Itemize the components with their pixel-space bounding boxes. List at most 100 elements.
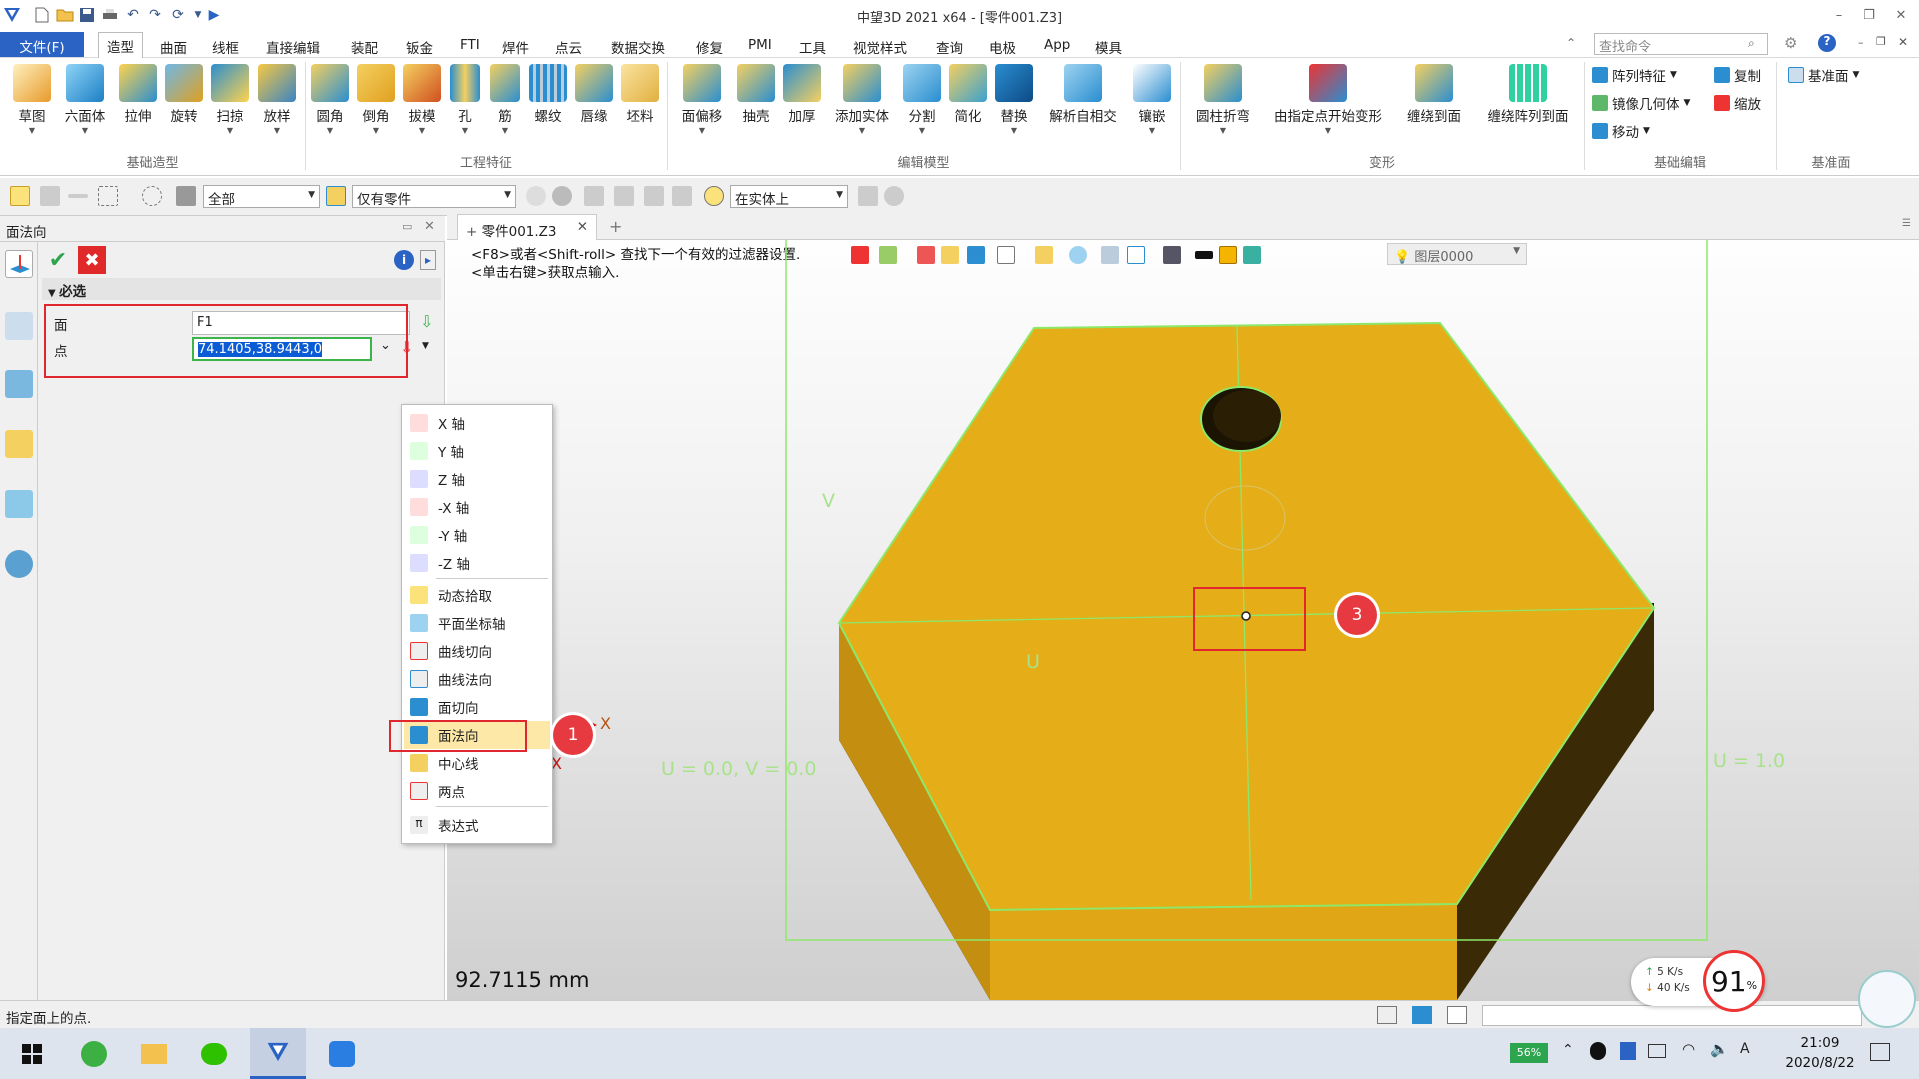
add-select-icon[interactable] bbox=[40, 186, 60, 206]
user-icon[interactable] bbox=[5, 550, 33, 578]
layer-select[interactable]: 💡 图层0000 ▼ bbox=[1387, 243, 1527, 265]
fit-view-icon[interactable] bbox=[1101, 246, 1119, 264]
menu-centerline[interactable]: 中心线 bbox=[404, 749, 550, 777]
inlay-button[interactable]: 镶嵌 ▼ bbox=[1128, 60, 1176, 150]
hole-button[interactable]: 孔 ▼ bbox=[446, 60, 484, 150]
start-button[interactable] bbox=[4, 1028, 60, 1079]
point-pick-dropdown-icon[interactable]: ▼ bbox=[422, 341, 429, 351]
menu-neg-z-axis[interactable]: -Z 轴 bbox=[404, 549, 550, 577]
menu-weldment[interactable]: 焊件 bbox=[494, 34, 537, 57]
panel-pin-icon[interactable]: ▭ bbox=[402, 220, 412, 233]
menu-face-tangent[interactable]: 面切向 bbox=[404, 693, 550, 721]
view-tool-2-icon[interactable] bbox=[917, 246, 935, 264]
tabs-overflow-icon[interactable]: ☰ bbox=[1902, 218, 1911, 229]
face-offset-button[interactable]: 面偏移 ▼ bbox=[674, 60, 730, 150]
help-icon[interactable]: ? bbox=[1818, 34, 1836, 52]
menu-two-points[interactable]: 两点 bbox=[404, 777, 550, 805]
info-icon[interactable]: i bbox=[394, 250, 414, 270]
system-clock[interactable]: 21:09 2020/8/22 bbox=[1780, 1033, 1860, 1073]
3d-viewport[interactable]: <F8>或者<Shift-roll> 查找下一个有效的过滤器设置. <单击右键>… bbox=[447, 240, 1919, 1000]
panel-close-icon[interactable]: ✕ bbox=[424, 219, 435, 234]
memory-percent-ring[interactable]: 91% bbox=[1703, 950, 1765, 1012]
required-section-header[interactable]: ▼ 必选 bbox=[42, 278, 441, 300]
cursor-settings-icon[interactable] bbox=[884, 186, 904, 206]
chamfer-button[interactable]: 倒角 ▼ bbox=[354, 60, 398, 150]
command-line-input[interactable] bbox=[1482, 1005, 1862, 1026]
ok-button[interactable]: ✔ bbox=[44, 246, 72, 274]
command-search-input[interactable]: 查找命令 bbox=[1594, 33, 1768, 55]
menu-x-axis[interactable]: X 轴 bbox=[404, 409, 550, 437]
search-icon[interactable]: ⌕ bbox=[1748, 36, 1755, 51]
thread-button[interactable]: 螺纹 bbox=[526, 60, 570, 150]
datum-plane-button[interactable]: 基准面 ▼ bbox=[1788, 64, 1859, 86]
move-button[interactable]: 移动 ▼ bbox=[1592, 120, 1650, 142]
sketch-button[interactable]: 草图 ▼ bbox=[8, 60, 56, 150]
shell-button[interactable]: 抽壳 bbox=[734, 60, 778, 150]
loft-button[interactable]: 放样 ▼ bbox=[255, 60, 299, 150]
tray-app-icon[interactable] bbox=[1620, 1042, 1636, 1060]
menu-direct-edit[interactable]: 直接编辑 bbox=[258, 34, 328, 57]
menu-dynamic-pick[interactable]: 动态拾取 bbox=[404, 581, 550, 609]
wifi-tray-icon[interactable]: ◠ bbox=[1682, 1040, 1695, 1058]
assistant-mascot-icon[interactable] bbox=[1858, 970, 1916, 1028]
wechat-taskbar-icon[interactable] bbox=[186, 1028, 242, 1079]
wrap-array-button[interactable]: 缠绕阵列到面 bbox=[1476, 60, 1580, 150]
rib-button[interactable]: 筋 ▼ bbox=[486, 60, 524, 150]
style-icon[interactable] bbox=[1243, 246, 1261, 264]
menu-neg-x-axis[interactable]: -X 轴 bbox=[404, 493, 550, 521]
tab-part001[interactable]: + 零件001.Z3 ✕ bbox=[457, 214, 597, 241]
split-button[interactable]: 分割 ▼ bbox=[900, 60, 944, 150]
view-tool-1-icon[interactable] bbox=[879, 246, 897, 264]
menu-curve-normal[interactable]: 曲线法向 bbox=[404, 665, 550, 693]
doc-minimize-button[interactable]: – bbox=[1858, 36, 1864, 49]
menu-file[interactable]: 文件(F) bbox=[0, 32, 84, 57]
status-view-1-icon[interactable] bbox=[1377, 1006, 1397, 1024]
wrap-to-face-button[interactable]: 缠绕到面 bbox=[1396, 60, 1472, 150]
status-list-icon[interactable] bbox=[1447, 1006, 1467, 1024]
section-view-icon[interactable] bbox=[1127, 246, 1145, 264]
collapse-ribbon-icon[interactable]: ⌃ bbox=[1566, 36, 1576, 50]
menu-app[interactable]: App bbox=[1036, 34, 1078, 56]
menu-pmi[interactable]: PMI bbox=[740, 34, 780, 56]
locate-icon[interactable] bbox=[704, 186, 724, 206]
battery-indicator[interactable]: 56% bbox=[1510, 1043, 1548, 1063]
doc-restore-button[interactable]: ❐ bbox=[1876, 35, 1886, 48]
restore-button[interactable]: ❐ bbox=[1856, 4, 1882, 26]
zw3d-taskbar-icon[interactable] bbox=[250, 1028, 306, 1079]
menu-neg-y-axis[interactable]: -Y 轴 bbox=[404, 521, 550, 549]
menu-repair[interactable]: 修复 bbox=[688, 34, 731, 57]
draft-button[interactable]: 拔模 ▼ bbox=[400, 60, 444, 150]
part-view-icon[interactable] bbox=[5, 430, 33, 458]
extrude-button[interactable]: 拉伸 bbox=[116, 60, 160, 150]
history-manager-icon[interactable] bbox=[5, 312, 33, 340]
menu-curve-tangent[interactable]: 曲线切向 bbox=[404, 637, 550, 665]
cancel-button[interactable]: ✖ bbox=[78, 246, 106, 274]
input-method-icon[interactable]: A bbox=[1740, 1041, 1750, 1057]
notification-center-icon[interactable] bbox=[1870, 1043, 1890, 1061]
menu-surface[interactable]: 曲面 bbox=[152, 34, 195, 57]
pick-option-2-icon[interactable] bbox=[614, 186, 634, 206]
menu-visual-style[interactable]: 视觉样式 bbox=[845, 34, 915, 57]
menu-fti[interactable]: FTI bbox=[452, 34, 488, 56]
file-explorer-taskbar-icon[interactable] bbox=[126, 1028, 182, 1079]
tab-close-icon[interactable]: ✕ bbox=[577, 219, 588, 235]
settings-gear-icon[interactable]: ⚙ bbox=[1784, 34, 1797, 52]
fillet-button[interactable]: 圆角 ▼ bbox=[308, 60, 352, 150]
browser-taskbar-icon[interactable] bbox=[66, 1028, 122, 1079]
snap-icon[interactable] bbox=[526, 186, 546, 206]
view-tool-3-icon[interactable] bbox=[941, 246, 959, 264]
menu-assembly[interactable]: 装配 bbox=[343, 34, 386, 57]
self-intersect-button[interactable]: 解析自相交 bbox=[1040, 60, 1126, 150]
minimize-button[interactable]: – bbox=[1826, 4, 1852, 26]
array-feature-button[interactable]: 阵列特征 ▼ bbox=[1592, 64, 1677, 86]
wps-taskbar-icon[interactable] bbox=[314, 1028, 370, 1079]
menu-data-exchange[interactable]: 数据交换 bbox=[603, 34, 673, 57]
revolve-button[interactable]: 旋转 bbox=[162, 60, 206, 150]
replace-button[interactable]: 替换 ▼ bbox=[992, 60, 1036, 150]
tray-expand-icon[interactable]: ⌃ bbox=[1562, 1042, 1574, 1058]
face-normal-mode-icon[interactable] bbox=[5, 250, 33, 278]
network-tray-icon[interactable] bbox=[1648, 1044, 1666, 1058]
point-deform-button[interactable]: 由指定点开始变形 ▼ bbox=[1266, 60, 1390, 150]
select-arrow-icon[interactable] bbox=[10, 186, 30, 206]
menu-tools[interactable]: 工具 bbox=[791, 34, 834, 57]
